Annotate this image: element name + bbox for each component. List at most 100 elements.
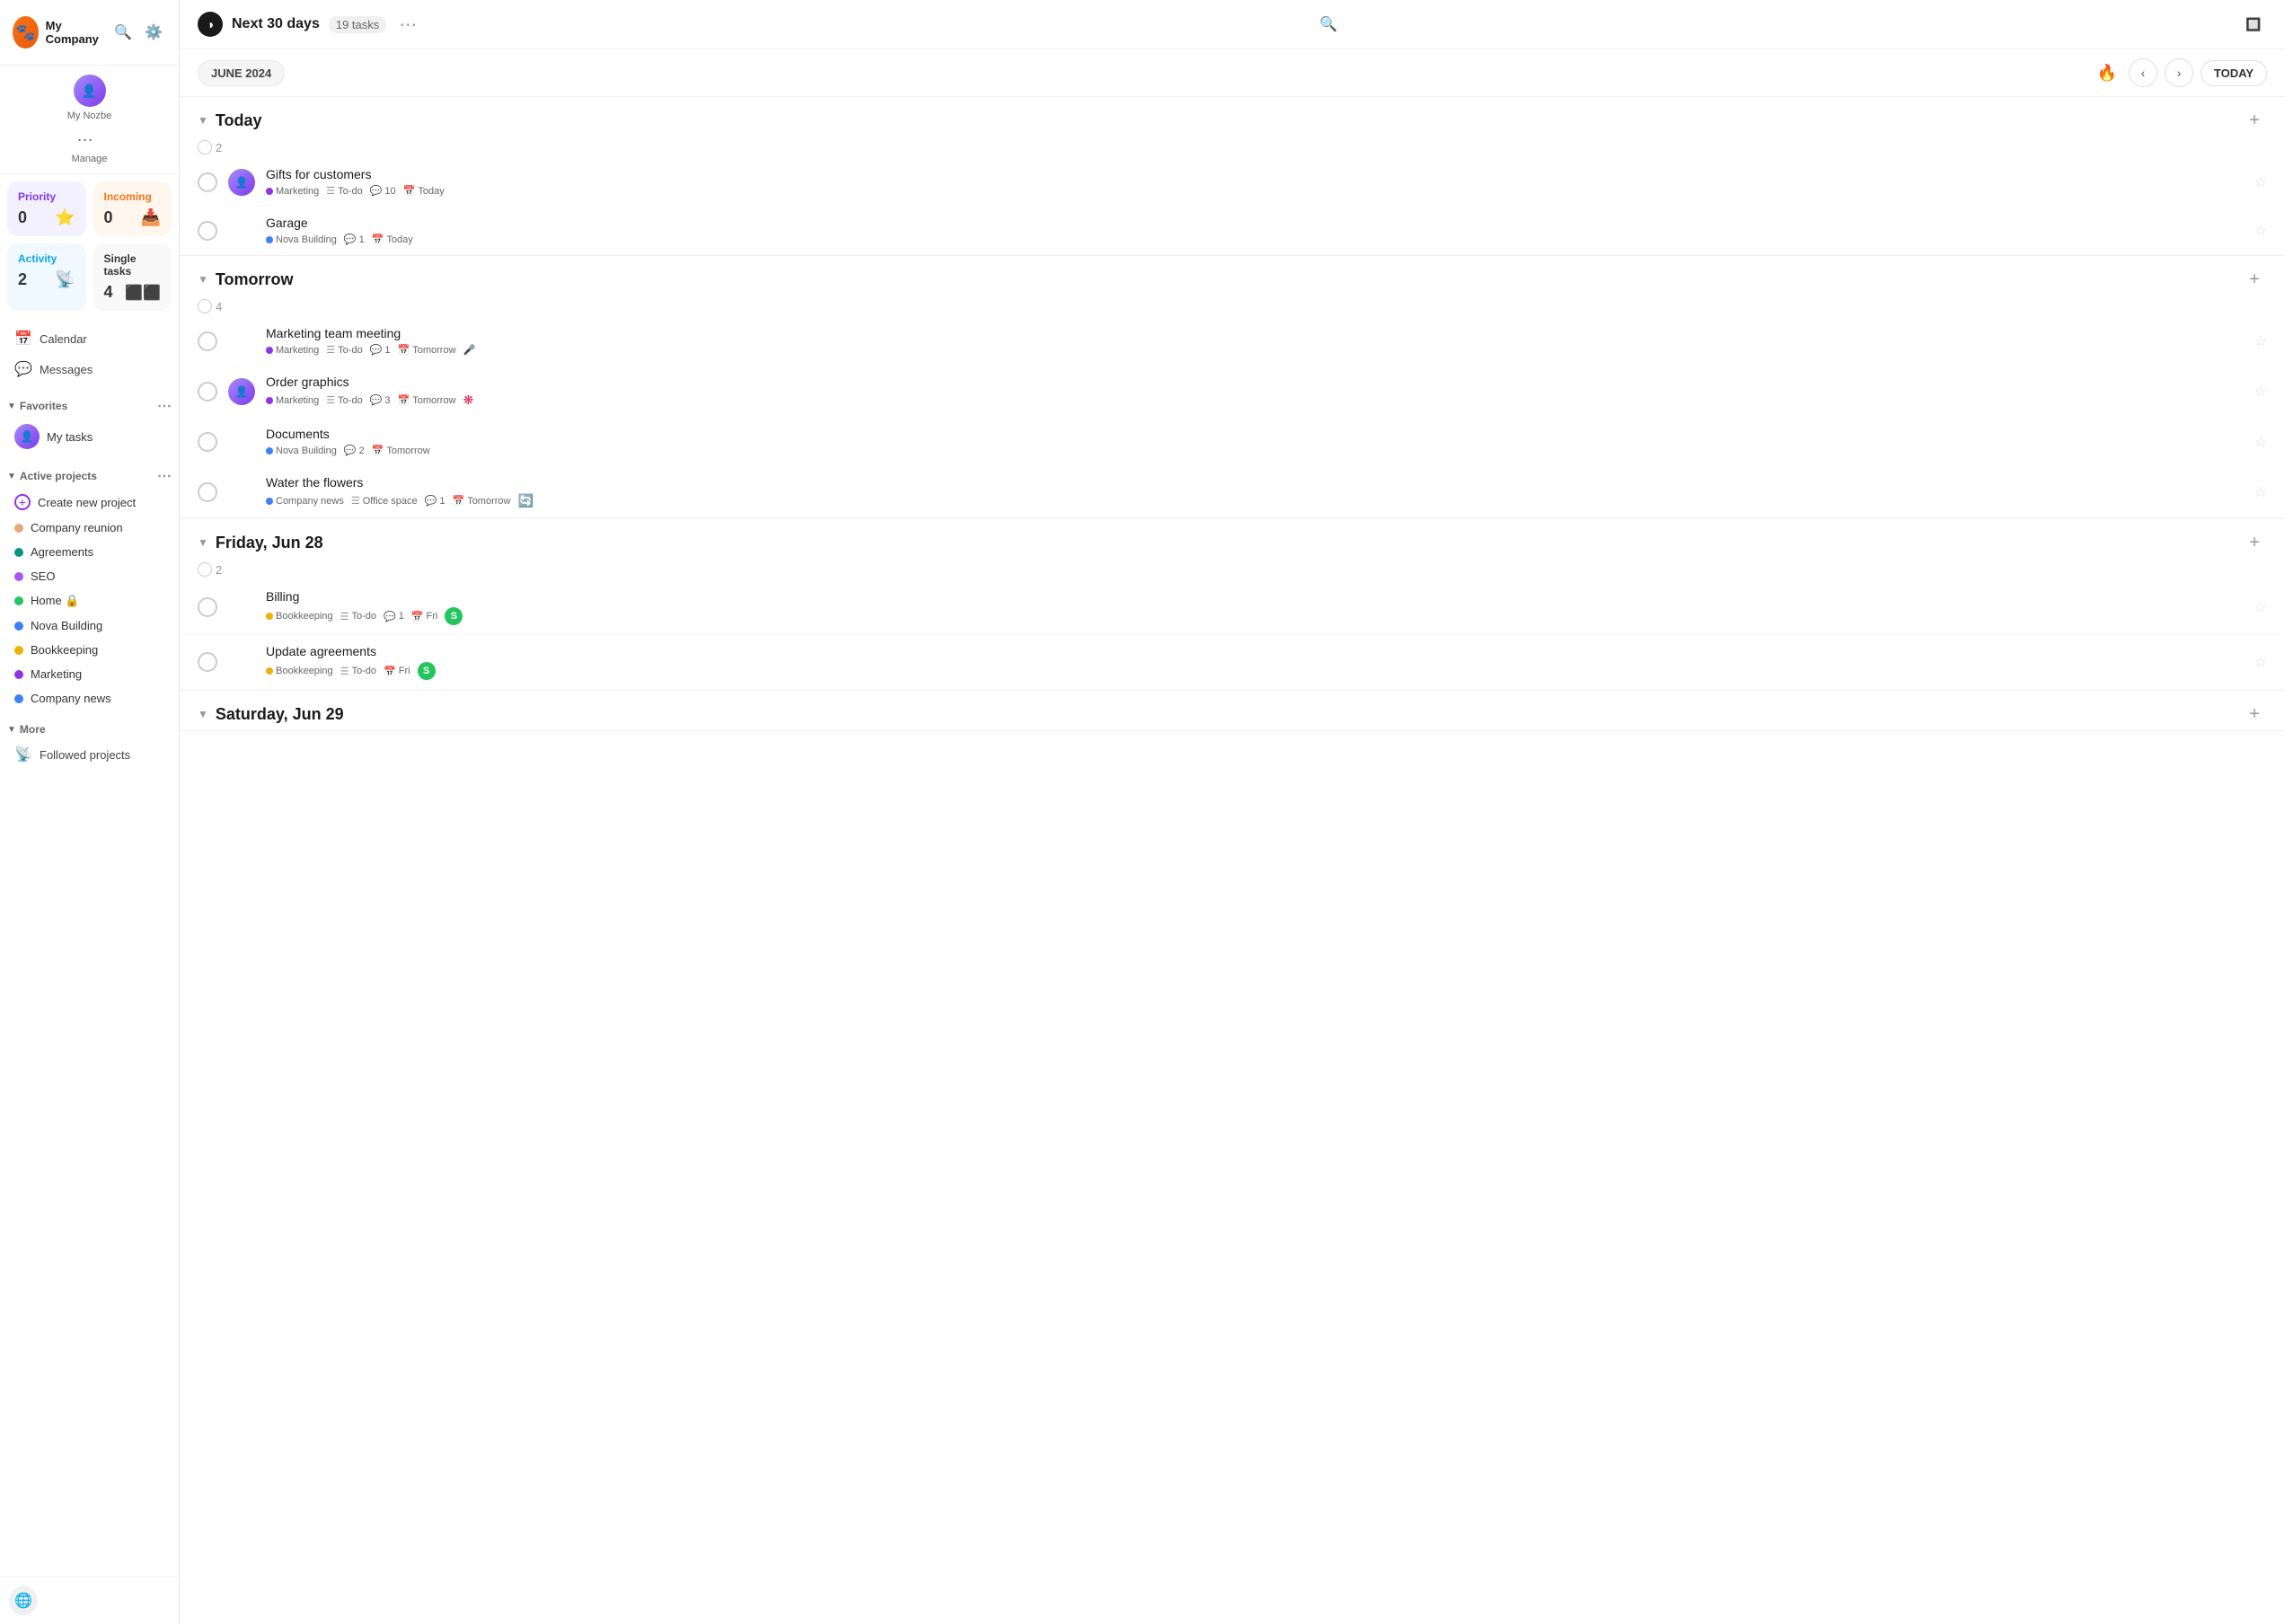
task-row[interactable]: Documents Nova Building 💬 2 📅 Tomorro — [180, 418, 2285, 466]
sidebar-item-home[interactable]: Home 🔒 — [7, 588, 172, 613]
task-meta: Bookkeeping ☰ To-do 💬 1 📅 Fri — [266, 607, 2244, 625]
task-star-button[interactable]: ☆ — [2254, 433, 2267, 451]
due-tag: 📅 Tomorrow — [398, 394, 456, 406]
my-tasks-label: My tasks — [47, 430, 93, 444]
seo-dot — [14, 572, 23, 581]
sidebar-item-my-tasks[interactable]: 👤 My tasks — [7, 419, 172, 455]
favorites-arrow[interactable]: ▼ — [7, 402, 16, 411]
task-star-button[interactable]: ☆ — [2254, 598, 2267, 616]
favorites-more-button[interactable]: ⋯ — [157, 397, 172, 415]
sidebar-item-nova-building[interactable]: Nova Building — [7, 613, 172, 638]
page-title: Next 30 days — [232, 16, 320, 32]
incoming-card[interactable]: Incoming 0 📥 — [93, 181, 172, 236]
task-star-button[interactable]: ☆ — [2254, 332, 2267, 350]
create-project-item[interactable]: + Create new project — [7, 489, 172, 516]
activity-label: Activity — [18, 252, 75, 265]
sidebar-item-calendar[interactable]: 📅 Calendar — [7, 323, 172, 354]
fire-button[interactable]: 🔥 — [2093, 58, 2122, 87]
view-toggle-button[interactable]: ◑ — [198, 12, 223, 37]
task-checkbox[interactable] — [198, 597, 217, 617]
task-avatar-placeholder — [228, 479, 255, 506]
more-nav: 📡 Followed projects — [0, 739, 179, 775]
comments-tag: 💬 2 — [344, 445, 365, 456]
sidebar-item-bookkeeping[interactable]: Bookkeeping — [7, 638, 172, 662]
comments-icon: 💬 — [370, 394, 383, 406]
more-section-header: ▼ More — [0, 716, 179, 739]
activity-card[interactable]: Activity 2 📡 — [7, 243, 86, 311]
sidebar-bottom: 🌐 — [0, 1576, 179, 1624]
avatar[interactable]: 👤 — [74, 75, 106, 107]
today-button[interactable]: TODAY — [2201, 60, 2267, 86]
today-collapse-button[interactable]: ▼ — [198, 114, 208, 127]
manage-button[interactable]: ⋯ — [72, 127, 99, 154]
sidebar-header: 🐾 My Company 🔍 ⚙️ — [0, 0, 179, 66]
saturday-collapse-button[interactable]: ▼ — [198, 708, 208, 720]
user-section: 👤 My Nozbe ⋯ Manage — [0, 66, 179, 174]
task-name: Garage — [266, 216, 2244, 230]
friday-collapse-button[interactable]: ▼ — [198, 536, 208, 549]
single-tasks-card[interactable]: Single tasks 4 ⬛⬛ — [93, 243, 172, 311]
task-row[interactable]: Water the flowers Company news ☰ Office … — [180, 466, 2285, 518]
comments-tag: 💬 1 — [384, 611, 404, 622]
task-checkbox[interactable] — [198, 331, 217, 351]
favorites-nav: 👤 My tasks — [0, 419, 179, 460]
task-row[interactable]: Marketing team meeting Marketing ☰ To-do… — [180, 317, 2285, 366]
priority-card[interactable]: Priority 0 ⭐ — [7, 181, 86, 236]
task-checkbox[interactable] — [198, 482, 217, 502]
task-row[interactable]: Garage Nova Building 💬 1 📅 Today — [180, 207, 2285, 255]
globe-button[interactable]: 🌐 — [9, 1586, 38, 1615]
task-star-button[interactable]: ☆ — [2254, 222, 2267, 240]
next-arrow-button[interactable]: › — [2165, 58, 2193, 87]
main-search-button[interactable]: 🔍 — [1315, 11, 1342, 38]
saturday-add-button[interactable]: + — [2242, 702, 2267, 727]
due-icon: 📅 — [384, 666, 396, 677]
sidebar-item-marketing[interactable]: Marketing — [7, 662, 172, 686]
incoming-label: Incoming — [104, 190, 162, 203]
prev-arrow-button[interactable]: ‹ — [2129, 58, 2157, 87]
task-star-button[interactable]: ☆ — [2254, 653, 2267, 671]
tomorrow-collapse-button[interactable]: ▼ — [198, 273, 208, 286]
sidebar-item-agreements[interactable]: Agreements — [7, 540, 172, 564]
due-icon: 📅 — [452, 495, 464, 507]
section-tag: ☰ To-do — [326, 185, 362, 197]
header-more-button[interactable]: ⋯ — [399, 13, 417, 36]
sidebar-item-seo[interactable]: SEO — [7, 564, 172, 588]
task-checkbox[interactable] — [198, 382, 217, 402]
task-row[interactable]: 👤 Order graphics Marketing ☰ To-do — [180, 366, 2285, 418]
task-row[interactable]: 👤 Gifts for customers Marketing ☰ To-do — [180, 158, 2285, 207]
company-avatar[interactable]: 🐾 — [13, 16, 39, 49]
task-star-button[interactable]: ☆ — [2254, 173, 2267, 191]
active-projects-more-button[interactable]: ⋯ — [157, 467, 172, 485]
tomorrow-count: 4 — [180, 296, 2285, 317]
task-checkbox[interactable] — [198, 652, 217, 672]
task-checkbox[interactable] — [198, 221, 217, 241]
task-checkbox[interactable] — [198, 172, 217, 192]
task-name: Billing — [266, 589, 2244, 604]
friday-count-circle — [198, 562, 212, 577]
task-star-button[interactable]: ☆ — [2254, 383, 2267, 401]
task-name: Marketing team meeting — [266, 326, 2244, 340]
task-content: Billing Bookkeeping ☰ To-do 💬 1 — [266, 589, 2244, 625]
comments-icon: 💬 — [344, 234, 357, 245]
task-checkbox[interactable] — [198, 432, 217, 452]
tomorrow-add-button[interactable]: + — [2242, 267, 2267, 292]
sidebar-item-company-reunion[interactable]: Company reunion — [7, 516, 172, 540]
project-dot — [266, 498, 273, 505]
friday-add-button[interactable]: + — [2242, 530, 2267, 555]
sidebar-item-messages[interactable]: 💬 Messages — [7, 354, 172, 384]
task-star-button[interactable]: ☆ — [2254, 483, 2267, 501]
search-button[interactable]: 🔍 — [110, 20, 136, 45]
filter-button[interactable]: 🔲 — [2240, 11, 2267, 38]
user-name-label: My Nozbe — [67, 110, 112, 121]
task-row[interactable]: Billing Bookkeeping ☰ To-do 💬 1 — [180, 580, 2285, 635]
task-row[interactable]: Update agreements Bookkeeping ☰ To-do 📅 — [180, 635, 2285, 690]
more-arrow[interactable]: ▼ — [7, 725, 16, 735]
active-projects-arrow[interactable]: ▼ — [7, 472, 16, 481]
sidebar-item-company-news[interactable]: Company news — [7, 686, 172, 710]
calendar-label: Calendar — [40, 332, 87, 346]
single-tasks-count: 4 — [104, 283, 113, 302]
today-add-button[interactable]: + — [2242, 108, 2267, 133]
settings-button[interactable]: ⚙️ — [141, 20, 166, 45]
date-badge-button[interactable]: JUNE 2024 — [198, 60, 285, 86]
sidebar-item-followed-projects[interactable]: 📡 Followed projects — [7, 739, 172, 770]
